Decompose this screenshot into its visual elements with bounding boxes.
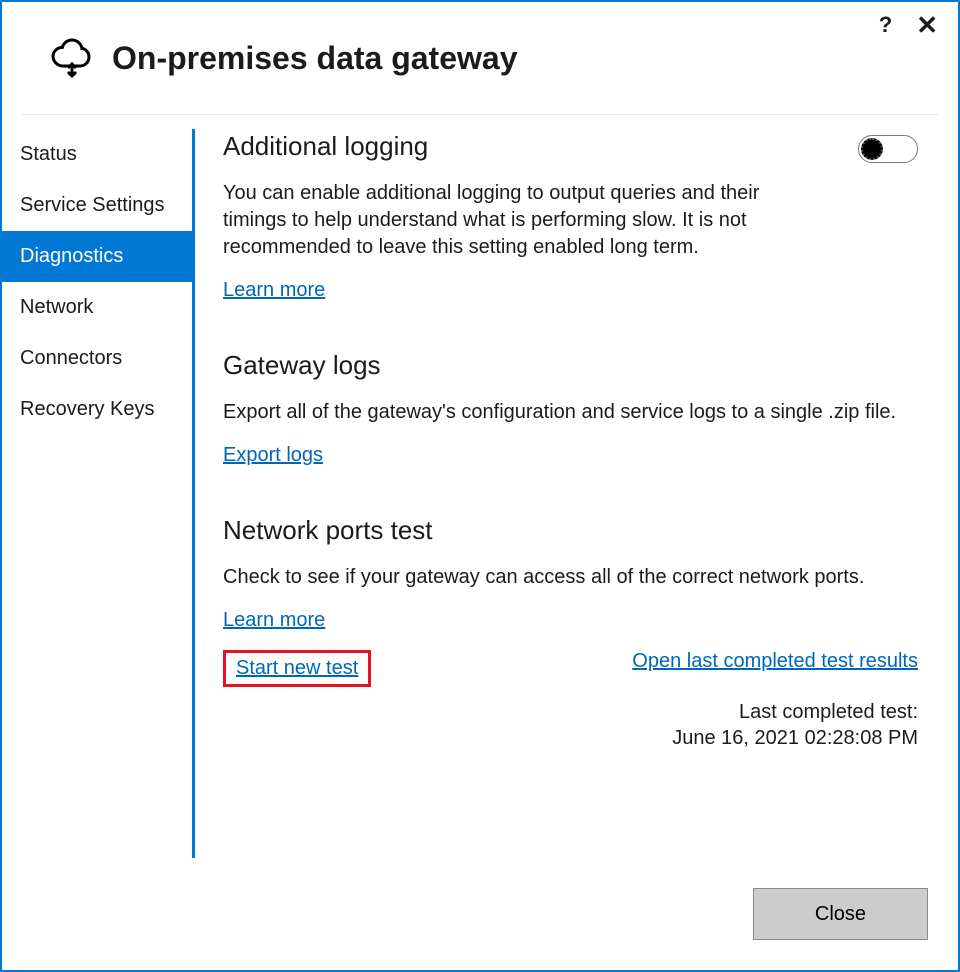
section-body-logging: You can enable additional logging to out… [223,180,822,261]
sidebar-item-service-settings[interactable]: Service Settings [2,180,192,231]
footer: Close [753,888,928,940]
section-gateway-logs: Gateway logs Export all of the gateway's… [223,350,918,467]
section-body-gateway-logs: Export all of the gateway's configuratio… [223,399,918,426]
app-header: On-premises data gateway [2,2,958,114]
main-body: Status Service Settings Diagnostics Netw… [2,115,958,970]
section-title-gateway-logs: Gateway logs [223,350,918,381]
sidebar: Status Service Settings Diagnostics Netw… [2,115,192,970]
open-last-results-link[interactable]: Open last completed test results [632,650,918,673]
section-title-logging: Additional logging [223,131,822,162]
export-logs-link[interactable]: Export logs [223,444,323,466]
window-controls: ? ✕ [879,12,938,38]
start-new-test-highlight: Start new test [223,650,371,687]
last-test-value: June 16, 2021 02:28:08 PM [672,727,918,749]
help-icon[interactable]: ? [879,12,892,38]
toggle-knob [861,138,883,160]
sidebar-item-connectors[interactable]: Connectors [2,333,192,384]
app-window: ? ✕ On-premises data gateway Status Serv… [0,0,960,972]
last-completed-test: Last completed test: June 16, 2021 02:28… [223,699,918,751]
gateway-icon [44,36,94,80]
start-new-test-link[interactable]: Start new test [236,657,358,679]
learn-more-network-link[interactable]: Learn more [223,609,325,631]
content: Additional logging You can enable additi… [195,115,958,970]
additional-logging-toggle[interactable] [858,135,918,163]
section-title-network-test: Network ports test [223,515,918,546]
close-icon[interactable]: ✕ [916,12,938,38]
section-additional-logging: Additional logging You can enable additi… [223,131,918,302]
learn-more-logging-link[interactable]: Learn more [223,279,325,301]
sidebar-item-diagnostics[interactable]: Diagnostics [2,231,192,282]
section-body-network-test: Check to see if your gateway can access … [223,564,918,591]
last-test-label: Last completed test: [739,701,918,723]
sidebar-item-status[interactable]: Status [2,129,192,180]
close-button[interactable]: Close [753,888,928,940]
sidebar-item-recovery-keys[interactable]: Recovery Keys [2,384,192,435]
sidebar-item-network[interactable]: Network [2,282,192,333]
section-network-ports-test: Network ports test Check to see if your … [223,515,918,751]
page-title: On-premises data gateway [112,40,517,77]
